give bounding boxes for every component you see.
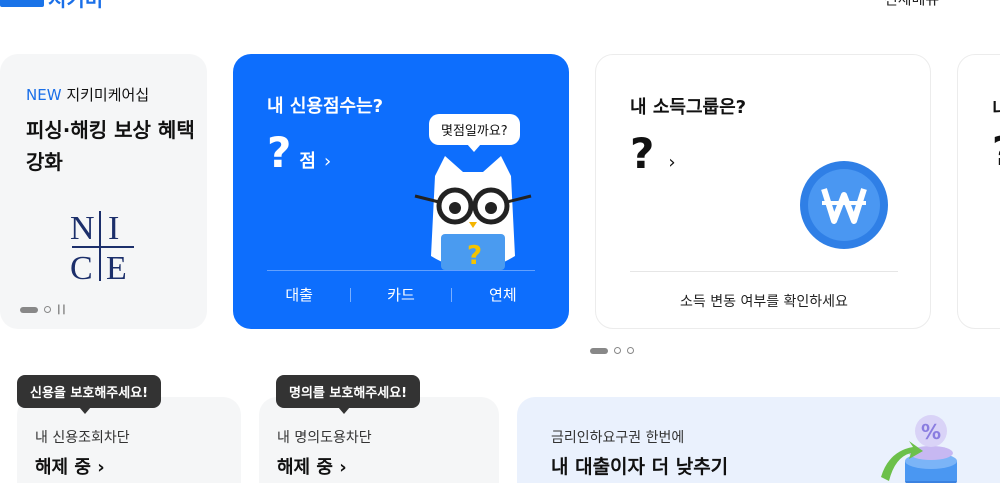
new-badge: NEW	[26, 86, 62, 104]
pause-icon[interactable]: | |	[57, 304, 66, 315]
page-dot[interactable]	[44, 306, 51, 313]
status-text: 해제 중	[35, 457, 91, 478]
loan-rate-subtitle: 금리인하요구권 한번에	[551, 430, 685, 446]
promo-new-line: NEW 지키미케어십	[26, 84, 149, 105]
credit-score-title: 내 신용점수는?	[267, 96, 384, 117]
status-text: 해제 중	[277, 457, 333, 478]
owl-mascot-icon: ?	[414, 156, 532, 271]
full-menu-button[interactable]: 전체메뉴	[884, 0, 961, 9]
tab-card[interactable]: 카드	[387, 284, 415, 305]
svg-text:E: E	[106, 250, 127, 283]
credit-score-card[interactable]: 내 신용점수는? ? 점 › 몇점일까요? ? 대출 카드 연체	[233, 54, 569, 329]
won-coin-icon	[800, 161, 888, 249]
credit-tabs: 대출 카드 연체	[267, 284, 535, 305]
page-dot-active[interactable]	[20, 306, 38, 313]
svg-text:?: ?	[467, 241, 482, 271]
credit-inquiry-block-label: 내 신용조회차단	[35, 430, 130, 446]
speech-bubble: 몇점일까요?	[429, 114, 520, 152]
tab-divider	[451, 287, 453, 302]
credit-inquiry-block-card[interactable]: 내 신용조회차단 해제 중 ›	[17, 397, 241, 483]
promo-title: 피싱·해킹 보상 혜택 강화	[26, 118, 195, 174]
chevron-right-icon: ›	[323, 151, 332, 172]
svg-text:N: N	[70, 210, 95, 247]
logo-text: 지키미	[48, 0, 103, 12]
identity-theft-block-status[interactable]: 해제 중 ›	[277, 453, 347, 479]
income-change-link[interactable]: 소득 변동 여부를 확인하세요	[596, 291, 932, 311]
chevron-right-icon: ›	[97, 457, 105, 478]
income-group-value[interactable]: ? ›	[630, 131, 676, 177]
credit-inquiry-block-status[interactable]: 해제 중 ›	[35, 453, 105, 479]
identity-protect-tooltip: 명의를 보호해주세요!	[276, 375, 421, 414]
next-card[interactable]: 니 ?	[957, 54, 1000, 329]
svg-text:I: I	[108, 210, 119, 247]
loan-rate-title: 내 대출이자 더 낮추기	[551, 456, 729, 478]
full-menu-label: 전체메뉴	[884, 0, 939, 9]
promo-service-name: 지키미케어십	[66, 86, 150, 104]
credit-card-divider	[267, 270, 535, 271]
chevron-right-icon: ›	[339, 457, 347, 478]
income-group-mark: ?	[630, 129, 655, 178]
logo[interactable]: 지키미	[0, 0, 103, 11]
percent-coins-icon: %	[881, 415, 957, 483]
next-card-mark: ?	[992, 129, 1000, 175]
credit-protect-tooltip: 신용을 보호해주세요!	[17, 375, 162, 414]
svg-text:C: C	[70, 250, 93, 283]
page-dot[interactable]	[627, 347, 634, 354]
promo-card[interactable]: NEW 지키미케어십 피싱·해킹 보상 혜택 강화 N I C E | |	[0, 54, 207, 329]
credit-score-mark: ?	[267, 128, 292, 177]
tab-divider	[349, 287, 351, 302]
loan-rate-card[interactable]: 금리인하요구권 한번에 내 대출이자 더 낮추기 %	[517, 397, 1000, 483]
identity-theft-block-label: 내 명의도용차단	[277, 430, 372, 446]
promo-pagination: | |	[20, 304, 66, 315]
page-dot[interactable]	[614, 347, 621, 354]
nice-logo-icon: N I C E	[70, 210, 134, 283]
income-group-card[interactable]: 내 소득그룹은? ? › 소득 변동 여부를 확인하세요	[595, 54, 931, 329]
chevron-right-icon: ›	[668, 152, 676, 173]
tab-loan[interactable]: 대출	[285, 284, 313, 305]
carousel-pagination	[590, 347, 634, 354]
income-group-title: 내 소득그룹은?	[630, 97, 747, 118]
tab-overdue[interactable]: 연체	[489, 284, 517, 305]
svg-text:%: %	[921, 420, 941, 444]
page-dot-active[interactable]	[590, 347, 608, 354]
logo-mark	[0, 0, 44, 7]
next-card-title: 니	[992, 95, 1000, 121]
credit-score-unit: 점	[299, 151, 316, 172]
identity-theft-block-card[interactable]: 내 명의도용차단 해제 중 ›	[259, 397, 499, 483]
income-card-divider	[630, 271, 898, 272]
credit-score-value[interactable]: ? 점 ›	[267, 130, 331, 176]
